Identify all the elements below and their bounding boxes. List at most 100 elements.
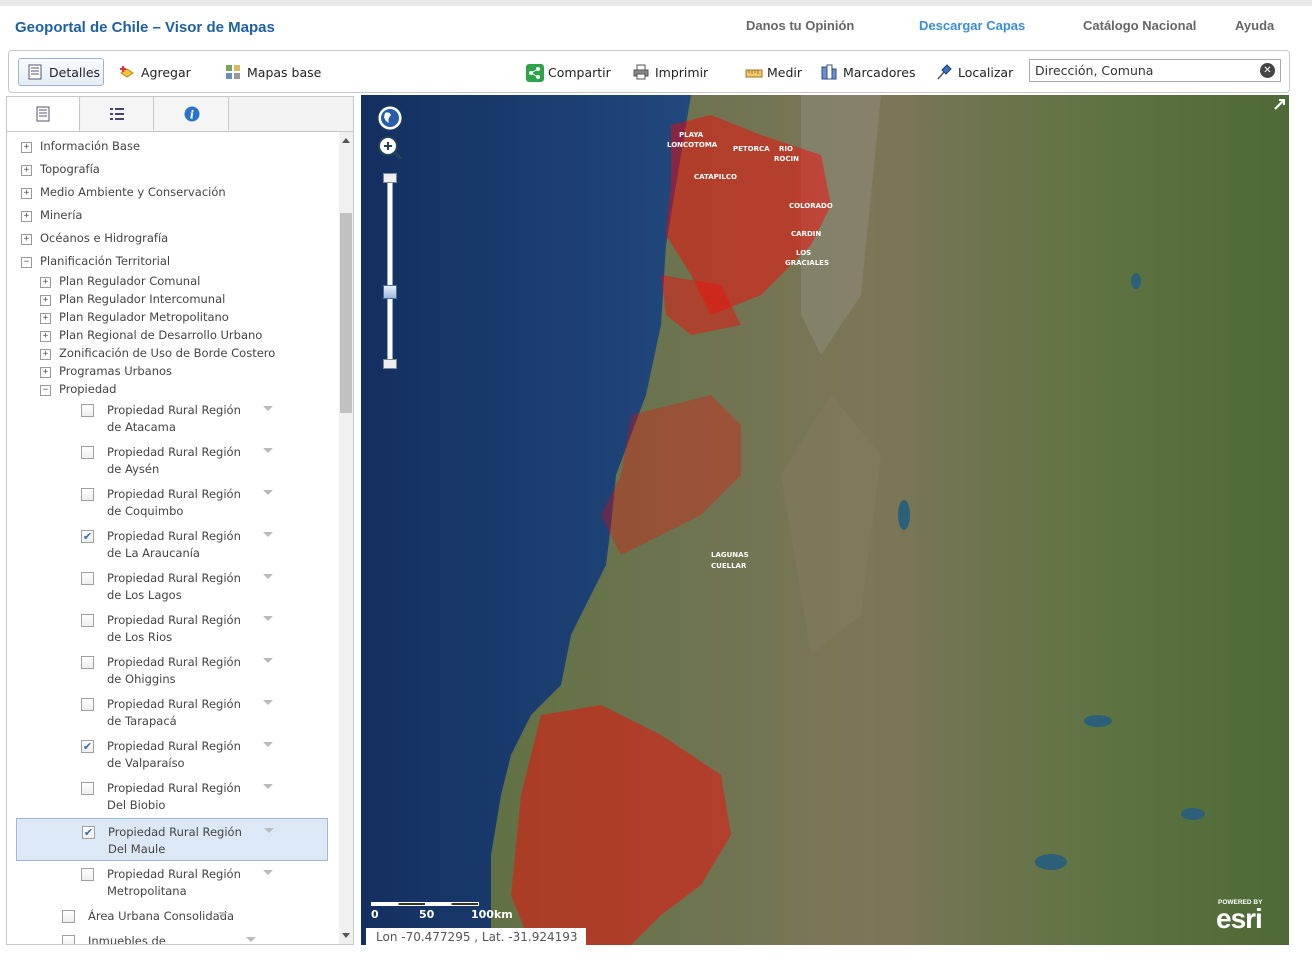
tab-info[interactable]: i: [155, 97, 229, 130]
place-label: COLORADO: [789, 202, 833, 210]
pushpin-icon: [936, 64, 952, 80]
layer-menu-icon[interactable]: [264, 828, 274, 833]
layer-checkbox[interactable]: [62, 935, 75, 944]
expand-icon[interactable]: +: [40, 277, 51, 288]
layer-checkbox[interactable]: ✔: [81, 530, 94, 543]
layer-checkbox[interactable]: [81, 868, 94, 881]
layer-checkbox[interactable]: ✔: [81, 740, 94, 753]
layer-item[interactable]: Propiedad Rural Región de Coquimbo: [7, 481, 327, 523]
search-input[interactable]: [1035, 62, 1255, 79]
zoom-in-icon[interactable]: [377, 135, 403, 161]
scroll-up-icon[interactable]: [342, 138, 350, 143]
imprimir-button[interactable]: Imprimir: [633, 58, 708, 86]
scale-bar: 0 50 100km: [371, 900, 513, 924]
layer-menu-icon[interactable]: [263, 574, 273, 579]
place-label: LAGUNAS: [711, 551, 749, 559]
clear-search-icon[interactable]: ✕: [1260, 63, 1275, 78]
layer-checkbox[interactable]: ✔: [82, 826, 95, 839]
layer-tree: + Información Base + Topografía + Medio Amb…: [7, 132, 337, 944]
zoom-slider-up[interactable]: [383, 173, 397, 183]
layer-checkbox[interactable]: [81, 614, 94, 627]
layer-item[interactable]: Inmuebles de Conservación: [7, 928, 327, 944]
expand-map-icon[interactable]: [1273, 97, 1287, 111]
share-icon: [526, 64, 544, 82]
localizar-button[interactable]: Localizar: [936, 58, 1013, 86]
marcadores-button[interactable]: Marcadores: [821, 58, 916, 86]
expand-icon[interactable]: +: [21, 165, 32, 176]
mapas-base-button[interactable]: Mapas base: [225, 58, 321, 86]
nav-ayuda[interactable]: Ayuda: [1235, 18, 1274, 33]
layer-menu-icon[interactable]: [246, 937, 256, 942]
layer-item[interactable]: ✔ Propiedad Rural Región de La Araucanía: [7, 523, 327, 565]
info-icon: i: [184, 106, 200, 122]
layer-item[interactable]: Propiedad Rural Región de Tarapacá: [7, 691, 327, 733]
agregar-button[interactable]: Agregar: [119, 58, 191, 86]
medir-label: Medir: [767, 64, 803, 80]
collapse-icon[interactable]: −: [21, 257, 32, 268]
expand-icon[interactable]: +: [21, 188, 32, 199]
layer-menu-icon[interactable]: [263, 406, 273, 411]
layer-checkbox[interactable]: [81, 698, 94, 711]
layer-checkbox[interactable]: [81, 446, 94, 459]
layer-checkbox[interactable]: [62, 910, 75, 923]
place-label: RIO: [779, 145, 793, 153]
map-view[interactable]: PLAYA LONCOTOMA PETORCA RIO ROCIN CATAPI…: [361, 95, 1289, 945]
scroll-down-icon[interactable]: [342, 933, 350, 938]
bookmarks-icon: [821, 64, 837, 80]
expand-icon[interactable]: +: [40, 295, 51, 306]
layer-menu-icon[interactable]: [263, 616, 273, 621]
layer-tree-scrollbar[interactable]: [339, 132, 353, 944]
zoom-slider[interactable]: [383, 173, 397, 369]
layer-item[interactable]: Propiedad Rural Región de Aysén: [7, 439, 327, 481]
tab-details[interactable]: [7, 97, 80, 131]
layer-menu-icon[interactable]: [263, 448, 273, 453]
layer-item-selected[interactable]: ✔ Propiedad Rural Región Del Maule: [16, 818, 328, 861]
layer-item[interactable]: ✔ Propiedad Rural Región de Valparaíso: [7, 733, 327, 775]
expand-icon[interactable]: +: [40, 313, 51, 324]
medir-button[interactable]: Medir: [745, 58, 802, 86]
expand-icon[interactable]: +: [21, 234, 32, 245]
expand-icon[interactable]: +: [21, 211, 32, 222]
layer-checkbox[interactable]: [81, 656, 94, 669]
collapse-icon[interactable]: −: [40, 385, 51, 396]
nav-catalogo-nacional[interactable]: Catálogo Nacional: [1083, 18, 1196, 33]
layer-menu-icon[interactable]: [263, 870, 273, 875]
zoom-slider-handle[interactable]: [383, 285, 397, 299]
scroll-thumb[interactable]: [340, 213, 352, 413]
toolbar: Detalles Agregar Mapas base Compartir Im…: [8, 50, 1290, 93]
nav-descargar-capas[interactable]: Descargar Capas: [919, 18, 1025, 33]
layer-item[interactable]: Propiedad Rural Región Del Biobio: [7, 775, 327, 817]
svg-text:i: i: [189, 108, 193, 121]
tab-legend[interactable]: [81, 97, 154, 130]
layer-menu-icon[interactable]: [263, 700, 273, 705]
layer-checkbox[interactable]: [81, 782, 94, 795]
layer-menu-icon[interactable]: [263, 658, 273, 663]
layer-checkbox[interactable]: [81, 488, 94, 501]
globe-icon[interactable]: [377, 105, 403, 131]
layer-item[interactable]: Propiedad Rural Región de Los Rios: [7, 607, 327, 649]
layer-menu-icon[interactable]: [263, 784, 273, 789]
agregar-label: Agregar: [141, 64, 191, 80]
nav-danos-tu-opinion[interactable]: Danos tu Opinión: [746, 18, 854, 33]
list-icon: [109, 106, 125, 122]
search-box: ✕: [1029, 59, 1281, 82]
zoom-slider-down[interactable]: [383, 359, 397, 369]
detalles-button[interactable]: Detalles: [18, 58, 104, 86]
layer-menu-icon[interactable]: [263, 490, 273, 495]
layer-checkbox[interactable]: [81, 572, 94, 585]
layer-item[interactable]: Propiedad Rural Región de Atacama: [7, 397, 327, 439]
layer-checkbox[interactable]: [81, 404, 94, 417]
layer-menu-icon[interactable]: [263, 532, 273, 537]
add-layer-icon: [119, 64, 135, 80]
compartir-button[interactable]: Compartir: [526, 58, 611, 86]
expand-icon[interactable]: +: [40, 367, 51, 378]
layer-item[interactable]: Propiedad Rural Región de Ohiggins: [7, 649, 327, 691]
layer-item[interactable]: Área Urbana Consolidada: [7, 903, 327, 927]
layer-item[interactable]: Propiedad Rural Región Metropolitana: [7, 861, 327, 903]
expand-icon[interactable]: +: [40, 349, 51, 360]
expand-icon[interactable]: +: [21, 142, 32, 153]
layer-item[interactable]: Propiedad Rural Región de Los Lagos: [7, 565, 327, 607]
layer-menu-icon[interactable]: [218, 912, 228, 917]
expand-icon[interactable]: +: [40, 331, 51, 342]
layer-menu-icon[interactable]: [263, 742, 273, 747]
